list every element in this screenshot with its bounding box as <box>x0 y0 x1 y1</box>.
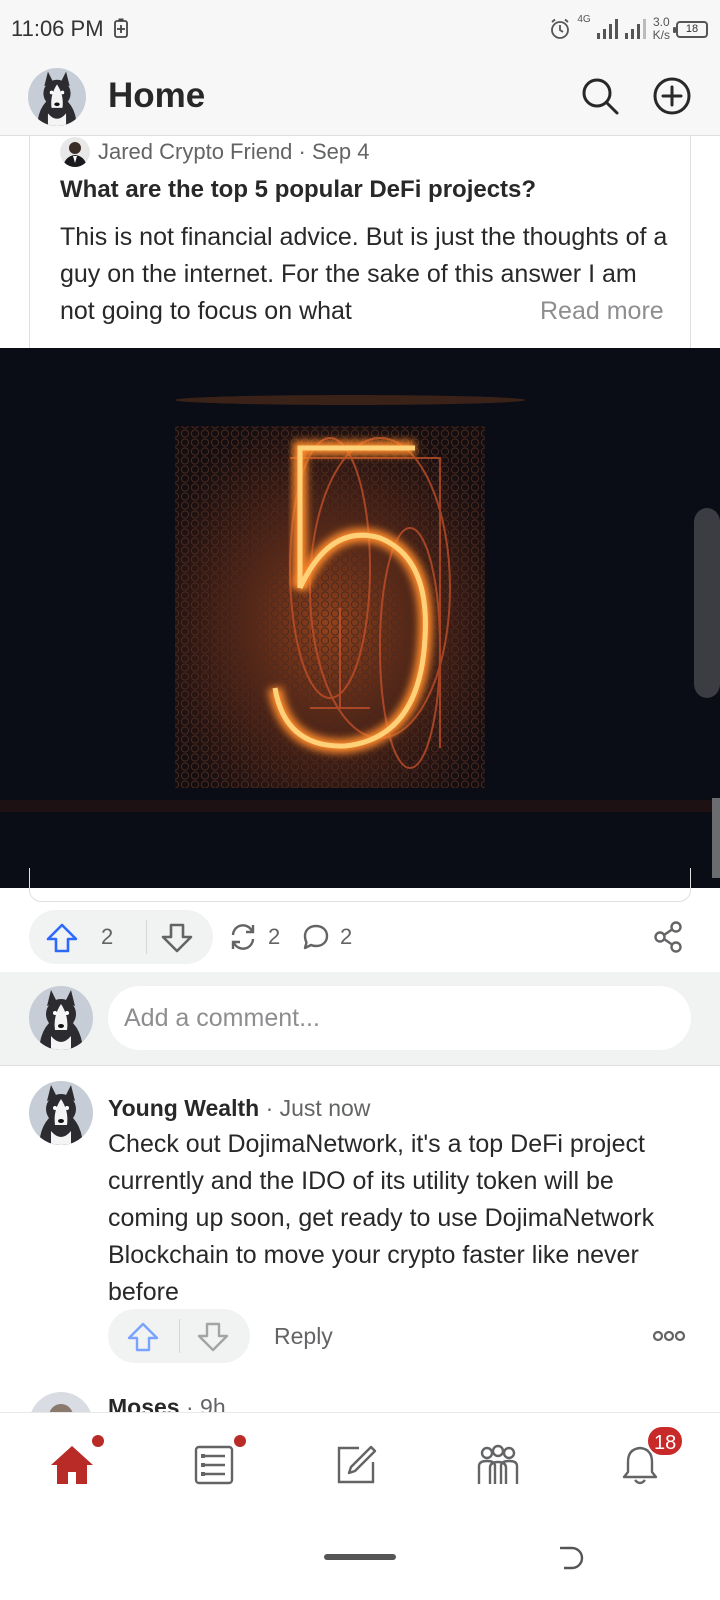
nav-spaces[interactable] <box>468 1435 528 1495</box>
share-icon[interactable] <box>652 920 684 954</box>
comment-upvote-icon[interactable] <box>126 1321 160 1353</box>
reply-button[interactable]: Reply <box>274 1323 333 1350</box>
net-speed: 3.0 K/s <box>652 15 670 42</box>
signal-icon <box>596 19 618 39</box>
nav-following[interactable] <box>184 1435 246 1495</box>
notification-badge: 18 <box>646 1425 685 1457</box>
comment-author[interactable]: Moses <box>108 1394 180 1412</box>
my-avatar <box>29 986 93 1050</box>
nav-notifications[interactable]: 18 <box>610 1425 685 1495</box>
battery-saver-icon <box>114 18 128 38</box>
add-post-icon[interactable] <box>652 76 692 116</box>
home-unread-dot <box>92 1435 104 1447</box>
network-type: 4G <box>577 14 591 25</box>
bottom-nav: 18 <box>0 1412 720 1516</box>
author-avatar[interactable] <box>60 137 90 167</box>
comment-avatar[interactable] <box>29 1392 93 1412</box>
person-avatar-icon <box>29 1392 93 1412</box>
comment-item: Young Wealth · Just now Check out Dojima… <box>0 1067 720 1409</box>
post-author-row[interactable]: Jared Crypto Friend · Sep 4 <box>60 136 369 168</box>
upvote-count: 2 <box>101 924 114 949</box>
comment-time: · Just now <box>265 1095 371 1121</box>
search-icon[interactable] <box>580 76 620 116</box>
card-bottom-border <box>29 868 691 902</box>
downvote-icon[interactable] <box>160 922 194 954</box>
husky-avatar-icon <box>28 68 86 126</box>
nixie-tube-icon <box>0 348 720 888</box>
add-comment-bar <box>0 972 720 1066</box>
back-gesture-icon[interactable] <box>558 1544 586 1572</box>
nav-home[interactable] <box>42 1435 104 1495</box>
comment-header: Young Wealth · Just now <box>108 1095 370 1122</box>
spaces-icon <box>477 1444 519 1484</box>
husky-avatar-icon <box>29 1081 93 1145</box>
comment-avatar[interactable] <box>29 1081 93 1145</box>
alarm-icon <box>551 18 570 39</box>
comment-time: · 9h <box>185 1394 226 1412</box>
nav-write[interactable] <box>326 1435 386 1495</box>
reshare-button[interactable]: 2 <box>228 920 280 954</box>
reshare-count: 2 <box>268 924 281 949</box>
battery-icon: 18 <box>673 20 708 38</box>
following-unread-dot <box>234 1435 246 1447</box>
post-author-meta: Jared Crypto Friend · Sep 4 <box>98 139 370 164</box>
comment-item: Moses · 9h <box>0 1390 720 1412</box>
husky-avatar-icon <box>29 986 93 1050</box>
comment-vote-divider <box>179 1319 180 1353</box>
reshare-icon <box>231 924 255 950</box>
comment-header: Moses · 9h <box>108 1394 226 1412</box>
add-comment-input[interactable] <box>108 986 691 1050</box>
signal-icon-2 <box>624 19 646 39</box>
page-title: Home <box>108 76 206 115</box>
vote-pill: 2 <box>29 910 213 964</box>
comment-text: Check out DojimaNetwork, it's a top DeFi… <box>108 1130 655 1306</box>
comment-downvote-icon[interactable] <box>196 1321 230 1353</box>
app-header: Home <box>0 58 720 136</box>
edit-icon <box>337 1445 377 1484</box>
status-time: 11:06 PM <box>11 16 104 41</box>
status-icons: 4G 3.0 K/s 18 <box>549 12 708 46</box>
upvote-icon[interactable] <box>45 922 79 954</box>
post-title[interactable]: What are the top 5 popular DeFi projects… <box>60 176 680 204</box>
post-card[interactable]: Jared Crypto Friend · Sep 4 What are the… <box>29 136 691 348</box>
vote-divider <box>146 920 147 954</box>
read-more-link[interactable]: Read more <box>500 293 664 330</box>
comments-button[interactable]: 2 <box>302 920 352 954</box>
system-nav <box>0 1516 720 1600</box>
post-image[interactable] <box>0 348 720 888</box>
comment-icon <box>303 924 329 950</box>
profile-avatar[interactable] <box>28 68 86 126</box>
comment-vote-pill <box>108 1309 250 1363</box>
comment-count: 2 <box>340 924 353 949</box>
status-bar: 11:06 PM 4G 3.0 K/s 18 <box>0 0 720 58</box>
person-avatar-icon <box>60 137 90 167</box>
home-gesture-bar[interactable] <box>324 1554 396 1560</box>
home-icon <box>51 1446 93 1484</box>
list-icon <box>194 1445 234 1485</box>
more-options-icon[interactable] <box>652 1325 686 1347</box>
comment-author[interactable]: Young Wealth <box>108 1095 259 1121</box>
